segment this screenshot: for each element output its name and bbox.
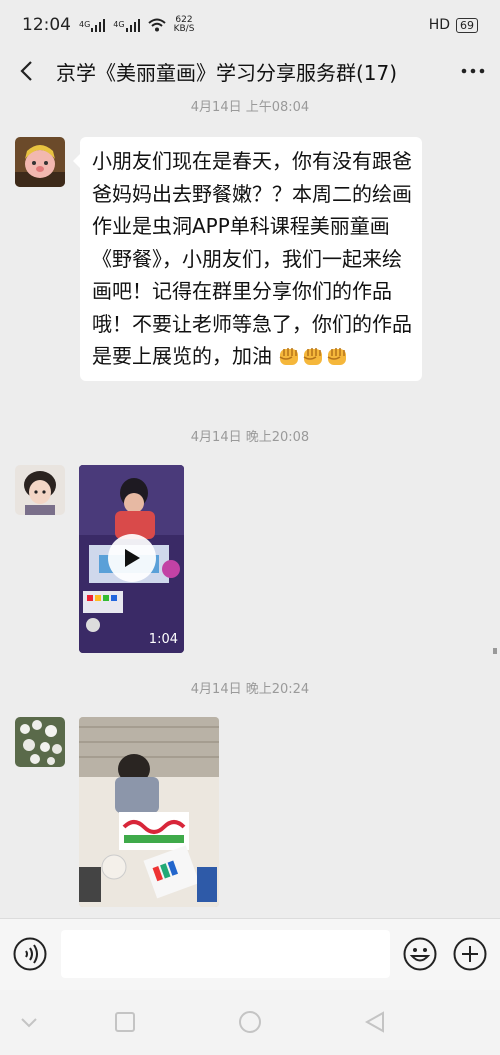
wifi-icon xyxy=(147,18,166,32)
scrollbar[interactable] xyxy=(493,648,497,654)
avatar[interactable] xyxy=(15,137,65,187)
play-button[interactable] xyxy=(108,534,156,582)
back-button[interactable] xyxy=(12,57,40,85)
hd-label: HD xyxy=(428,17,450,33)
voice-icon xyxy=(13,937,47,971)
input-bar xyxy=(0,918,500,991)
network-type-1: 4G xyxy=(79,20,91,29)
nav-home-button[interactable] xyxy=(238,1010,262,1034)
fist-emoji-icon xyxy=(302,344,324,366)
emoji-icon xyxy=(403,937,437,971)
plus-icon xyxy=(453,937,487,971)
message-input[interactable] xyxy=(61,930,390,978)
avatar[interactable] xyxy=(15,465,65,515)
signal-bars-icon xyxy=(91,18,106,32)
nav-down-button[interactable] xyxy=(17,1010,41,1034)
fist-emoji-icon xyxy=(326,344,348,366)
more-button[interactable] xyxy=(458,57,488,85)
image-message[interactable] xyxy=(79,717,219,907)
signal-bars-icon xyxy=(125,18,140,32)
chat-header: 京学《美丽童画》学习分享服务群(17) xyxy=(0,50,500,92)
system-nav-bar xyxy=(0,990,500,1055)
triangle-back-icon xyxy=(364,1011,384,1033)
message-timestamp: 4月14日 上午08:04 xyxy=(190,100,310,115)
avatar[interactable] xyxy=(15,717,65,767)
video-duration: 1:04 xyxy=(148,632,178,647)
square-icon xyxy=(115,1012,135,1032)
status-time: 12:04 xyxy=(22,15,71,35)
photo-thumbnail xyxy=(79,717,219,907)
status-left: 12:04 4G 4G 622 KB/S xyxy=(22,15,194,35)
message-text: 小朋友们现在是春天，你有没有跟爸爸妈妈出去野餐嫩？？本周二的绘画作业是虫洞APP… xyxy=(92,149,412,368)
message-timestamp: 4月14日 晚上20:24 xyxy=(190,682,310,697)
signal-2: 4G xyxy=(113,18,140,32)
more-icon xyxy=(461,68,485,74)
circle-icon xyxy=(239,1011,261,1033)
chat-title: 京学《美丽童画》学习分享服务群(17) xyxy=(56,60,398,85)
video-message[interactable]: 1:04 xyxy=(79,465,184,653)
chevron-down-icon xyxy=(21,1018,37,1028)
emoji-button[interactable] xyxy=(403,937,437,971)
net-speed: 622 KB/S xyxy=(174,16,195,34)
status-bar: 12:04 4G 4G 622 KB/S HD 69 xyxy=(0,0,500,50)
signal-1: 4G xyxy=(79,18,106,32)
status-right: HD 69 xyxy=(429,17,478,33)
play-icon xyxy=(125,549,140,567)
message-timestamp: 4月14日 晚上20:08 xyxy=(190,430,310,445)
fist-emoji-icon xyxy=(278,344,300,366)
more-functions-button[interactable] xyxy=(453,937,487,971)
network-type-2: 4G xyxy=(113,20,125,29)
battery-indicator: 69 xyxy=(456,17,478,33)
text-message-bubble[interactable]: 小朋友们现在是春天，你有没有跟爸爸妈妈出去野餐嫩？？本周二的绘画作业是虫洞APP… xyxy=(73,137,422,381)
avatar-image xyxy=(15,465,65,515)
avatar-image xyxy=(15,137,65,187)
chevron-left-icon xyxy=(20,61,32,81)
net-speed-unit: KB/S xyxy=(173,24,195,34)
avatar-image xyxy=(15,717,65,767)
voice-button[interactable] xyxy=(13,937,47,971)
nav-back-button[interactable] xyxy=(363,1010,387,1034)
nav-recents-button[interactable] xyxy=(113,1010,137,1034)
